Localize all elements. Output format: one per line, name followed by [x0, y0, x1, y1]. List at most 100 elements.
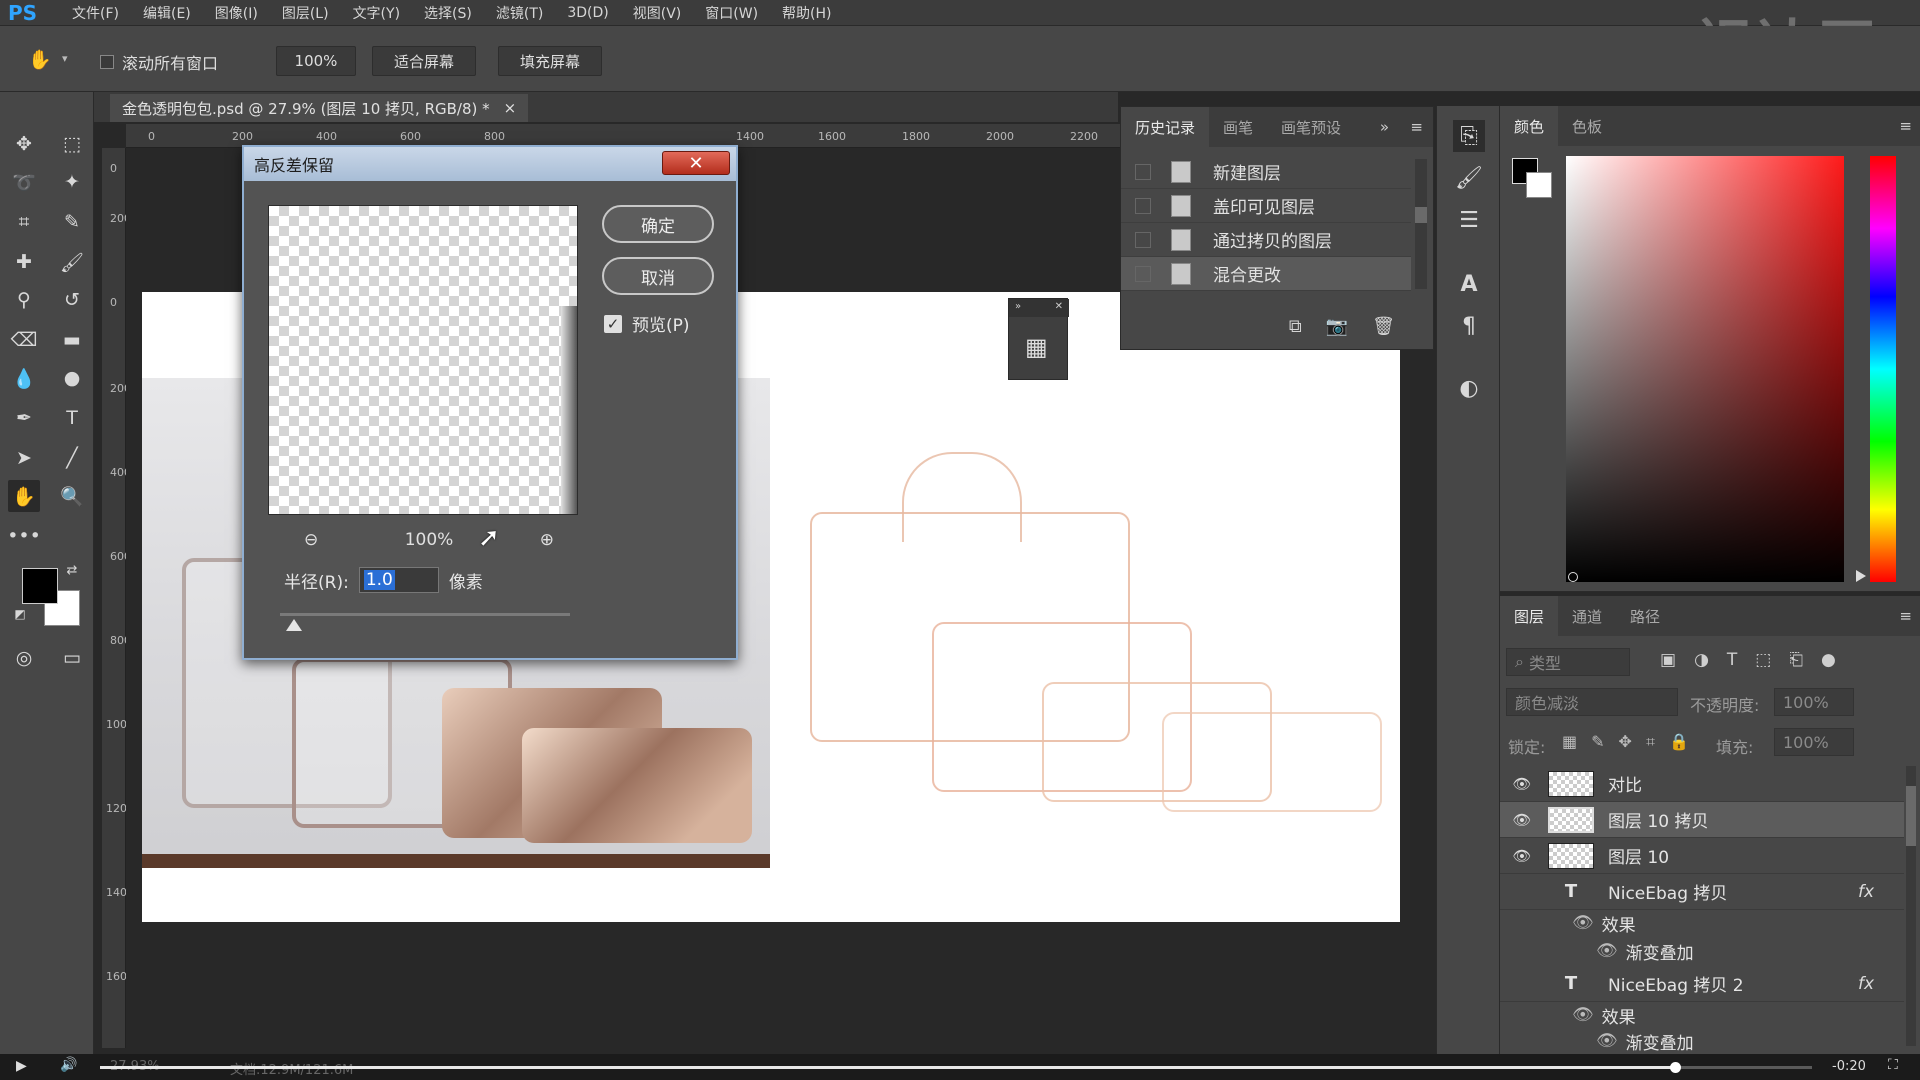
magic-wand-tool-icon[interactable]: ✦: [56, 166, 88, 198]
tab-color[interactable]: 颜色: [1500, 106, 1559, 146]
visibility-eye-icon[interactable]: 👁: [1572, 1005, 1594, 1025]
fill-input[interactable]: 100%: [1774, 728, 1854, 756]
default-colors-icon[interactable]: ◩: [10, 604, 30, 624]
menu-select[interactable]: 选择(S): [412, 3, 484, 23]
clone-stamp-tool-icon[interactable]: ⚲: [8, 284, 40, 316]
menu-type[interactable]: 文字(Y): [341, 3, 412, 23]
radius-slider-handle[interactable]: [286, 619, 302, 631]
lock-artboard-icon[interactable]: ⌗: [1646, 732, 1655, 752]
layer-effects-icon[interactable]: fx: [1858, 882, 1874, 902]
video-progress-track[interactable]: [100, 1062, 1812, 1073]
brush-panel-icon[interactable]: 🖌: [1453, 162, 1485, 194]
menu-window[interactable]: 窗口(W): [693, 3, 770, 23]
menu-view[interactable]: 视图(V): [621, 3, 694, 23]
ok-button[interactable]: 确定: [602, 205, 714, 243]
visibility-toggle-off[interactable]: [1510, 883, 1534, 901]
layer-effect-row[interactable]: 👁 渐变叠加: [1500, 936, 1904, 966]
preview-option[interactable]: ✓ 预览(P): [604, 311, 690, 336]
history-item[interactable]: 盖印可见图层: [1121, 189, 1411, 223]
swap-colors-icon[interactable]: ⇄: [62, 560, 82, 580]
zoom-100-button[interactable]: 100%: [276, 46, 356, 76]
hue-slider-handle[interactable]: [1856, 570, 1866, 582]
layers-scrollbar[interactable]: [1906, 766, 1916, 1046]
lock-paint-icon[interactable]: ✎: [1591, 732, 1604, 752]
video-progress-knob[interactable]: [1670, 1062, 1682, 1073]
radius-input[interactable]: 1.0: [358, 567, 439, 593]
hand-tool-preset-icon[interactable]: ✋: [24, 43, 56, 75]
more-tools-icon[interactable]: •••: [7, 520, 41, 552]
lock-all-icon[interactable]: 🔒: [1669, 732, 1689, 752]
properties-icon[interactable]: ▦: [1025, 333, 1048, 361]
history-panel-icon[interactable]: ⎘: [1453, 120, 1485, 152]
filter-smart-object-icon[interactable]: ⎗: [1789, 650, 1803, 670]
filter-preview[interactable]: [268, 205, 578, 515]
scroll-all-windows-option[interactable]: 滚动所有窗口: [100, 50, 218, 74]
visibility-eye-icon[interactable]: 👁: [1596, 941, 1618, 961]
radius-slider-track[interactable]: [280, 613, 570, 616]
visibility-eye-icon[interactable]: 👁: [1572, 913, 1594, 933]
layer-row[interactable]: T NiceEbag 拷贝 2 fx: [1500, 966, 1904, 1002]
visibility-eye-icon[interactable]: 👁: [1596, 1031, 1618, 1051]
marquee-tool-icon[interactable]: ⬚: [56, 128, 88, 160]
lock-position-icon[interactable]: ✥: [1619, 732, 1632, 752]
blend-mode-select[interactable]: 颜色减淡: [1506, 688, 1678, 716]
volume-icon[interactable]: 🔊: [60, 1057, 77, 1073]
gradient-tool-icon[interactable]: ▬: [56, 324, 88, 356]
visibility-eye-icon[interactable]: 👁: [1510, 847, 1534, 865]
blur-tool-icon[interactable]: 💧: [8, 362, 40, 394]
panel-menu-icon[interactable]: ≡: [1899, 117, 1912, 135]
snapshot-camera-icon[interactable]: 📷: [1326, 316, 1348, 337]
brush-settings-icon[interactable]: ☰: [1453, 204, 1485, 236]
path-selection-tool-icon[interactable]: ➤: [8, 442, 40, 474]
history-scrollbar[interactable]: [1415, 159, 1427, 289]
history-brush-tool-icon[interactable]: ↺: [56, 284, 88, 316]
cancel-button[interactable]: 取消: [602, 257, 714, 295]
fill-screen-button[interactable]: 填充屏幕: [498, 46, 602, 76]
move-tool-icon[interactable]: ✥: [8, 128, 40, 160]
eraser-tool-icon[interactable]: ⌫: [8, 324, 40, 356]
layer-effects-row[interactable]: 👁 效果: [1500, 908, 1904, 938]
tab-channels[interactable]: 通道: [1558, 596, 1616, 636]
hand-tool-icon[interactable]: ✋: [8, 480, 40, 512]
quick-mask-icon[interactable]: ◎: [8, 642, 40, 674]
close-tab-icon[interactable]: ×: [504, 99, 517, 117]
menu-help[interactable]: 帮助(H): [770, 3, 843, 23]
panel-menu-icon[interactable]: ≡: [1410, 118, 1423, 136]
delete-trash-icon[interactable]: 🗑: [1372, 316, 1395, 337]
line-tool-icon[interactable]: ╱: [56, 442, 88, 474]
tab-brush-presets[interactable]: 画笔预设: [1267, 107, 1355, 147]
layer-effect-row[interactable]: 👁 渐变叠加: [1500, 1028, 1904, 1054]
layer-row[interactable]: 👁 图层 10: [1500, 838, 1904, 874]
pen-tool-icon[interactable]: ✒: [8, 402, 40, 434]
layer-row-selected[interactable]: 👁 图层 10 拷贝: [1500, 802, 1904, 838]
layer-row[interactable]: T NiceEbag 拷贝 fx: [1500, 874, 1904, 910]
fit-screen-button[interactable]: 适合屏幕: [372, 46, 476, 76]
color-picker-field[interactable]: [1566, 156, 1844, 582]
crop-tool-icon[interactable]: ⌗: [8, 206, 40, 238]
zoom-tool-icon[interactable]: 🔍: [56, 480, 88, 512]
dialog-close-button[interactable]: ✕: [662, 151, 730, 175]
layer-filter-select[interactable]: ⌕ 类型: [1506, 648, 1630, 676]
eyedropper-tool-icon[interactable]: ✎: [56, 206, 88, 238]
zoom-out-icon[interactable]: ⊖: [304, 530, 318, 550]
adjustments-panel-icon[interactable]: ◐: [1453, 372, 1485, 404]
dodge-tool-icon[interactable]: ●: [56, 362, 88, 394]
panel-menu-icon[interactable]: ≡: [1899, 607, 1912, 625]
menu-file[interactable]: 文件(F): [60, 3, 131, 23]
tab-paths[interactable]: 路径: [1616, 596, 1674, 636]
brush-tool-icon[interactable]: 🖌: [56, 246, 88, 278]
hue-slider[interactable]: [1870, 156, 1896, 582]
zoom-in-icon[interactable]: ⊕: [540, 530, 554, 550]
layer-effects-row[interactable]: 👁 效果: [1500, 1000, 1904, 1030]
lasso-tool-icon[interactable]: ➰: [8, 166, 40, 198]
new-document-from-state-icon[interactable]: ⧉: [1289, 316, 1302, 337]
history-item[interactable]: 通过拷贝的图层: [1121, 223, 1411, 257]
tab-swatches[interactable]: 色板: [1558, 106, 1616, 146]
filter-pixel-icon[interactable]: ▣: [1660, 650, 1676, 670]
scroll-all-checkbox[interactable]: [100, 55, 114, 69]
filter-shape-icon[interactable]: ⬚: [1755, 650, 1771, 670]
healing-brush-tool-icon[interactable]: ✚: [8, 246, 40, 278]
foreground-color-swatch[interactable]: [22, 568, 58, 604]
color-picker-cursor[interactable]: [1568, 572, 1578, 582]
tab-history[interactable]: 历史记录: [1121, 107, 1210, 147]
